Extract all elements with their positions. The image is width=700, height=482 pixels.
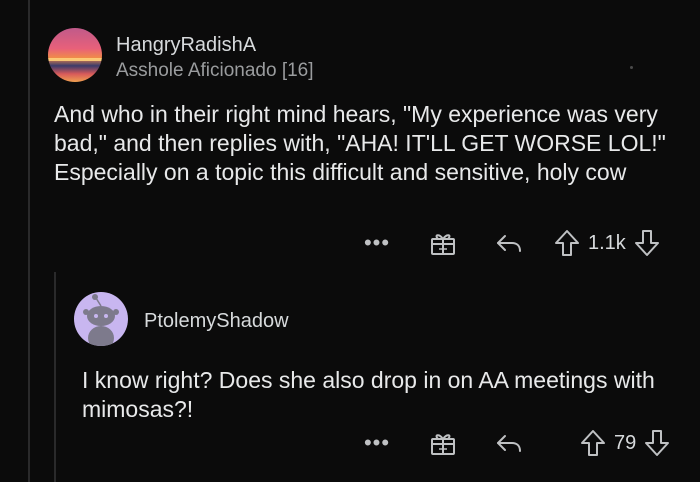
reply-button[interactable]: [494, 228, 524, 258]
comment-body: I know right? Does she also drop in on A…: [82, 367, 655, 422]
upvote-arrow-icon: [555, 230, 579, 256]
vote-score: 79: [614, 431, 637, 454]
upvote-arrow-icon: [581, 430, 605, 456]
comment-username[interactable]: PtolemyShadow: [144, 310, 289, 333]
comment-1: HangryRadishA Asshole Aficionado [16] An…: [0, 0, 700, 272]
snoo-avatar-icon: [83, 294, 119, 346]
upvote-button[interactable]: [554, 229, 580, 257]
downvote-arrow-icon: [645, 430, 670, 456]
comment-body: And who in their right mind hears, "My e…: [54, 101, 666, 185]
reply-arrow-icon: [497, 435, 521, 452]
vote-score: 1.1k: [588, 231, 626, 254]
avatar[interactable]: [48, 28, 102, 82]
award-button[interactable]: [428, 428, 458, 458]
award-button[interactable]: [428, 228, 458, 258]
upvote-button[interactable]: [580, 429, 606, 457]
award-gift-icon: [431, 234, 455, 255]
comment-actions: ••• 1.1k: [362, 228, 660, 258]
comment-actions: ••• 79: [362, 428, 670, 458]
downvote-button[interactable]: [644, 429, 670, 457]
more-options-button[interactable]: •••: [362, 230, 392, 256]
downvote-arrow-icon: [634, 230, 659, 256]
more-options-button[interactable]: •••: [362, 430, 392, 456]
avatar[interactable]: [74, 292, 128, 346]
comment-username[interactable]: HangryRadishA: [116, 34, 256, 57]
user-flair: Asshole Aficionado [16]: [116, 60, 314, 81]
reply-arrow-icon: [497, 235, 521, 252]
comment-2: PtolemyShadow I know right? Does she als…: [0, 272, 700, 482]
avatar-sunset-detail: [48, 58, 102, 61]
reply-button[interactable]: [494, 428, 524, 458]
decorative-dot: [630, 66, 633, 69]
award-gift-icon: [431, 434, 455, 455]
downvote-button[interactable]: [634, 229, 660, 257]
